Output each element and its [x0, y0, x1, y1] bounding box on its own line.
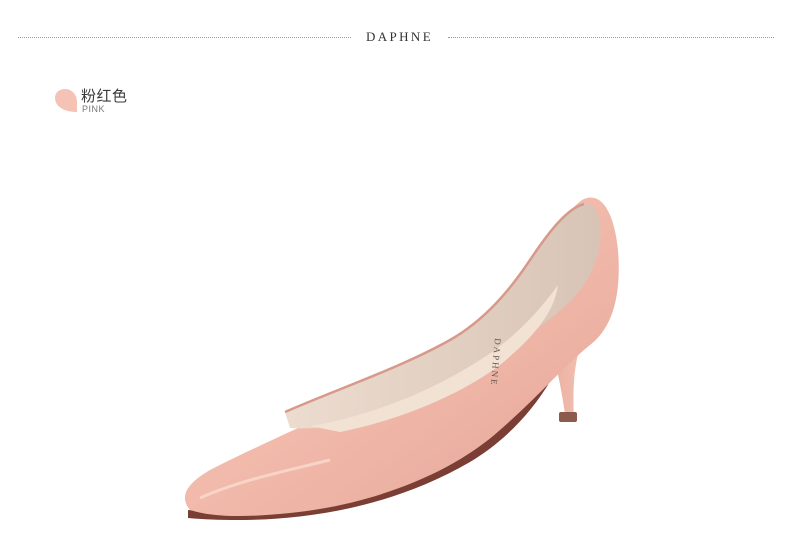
header-divider-right	[448, 37, 774, 38]
brand-name: DAPHNE	[365, 29, 434, 44]
brand-header: DAPHNE	[0, 27, 790, 47]
color-name-english: PINK	[82, 104, 106, 114]
pink-pump-shoe-image: DAPHNE	[184, 197, 619, 521]
color-swatch-icon	[55, 89, 77, 112]
color-name-chinese: 粉红色	[81, 87, 128, 105]
header-divider-left	[18, 37, 351, 38]
